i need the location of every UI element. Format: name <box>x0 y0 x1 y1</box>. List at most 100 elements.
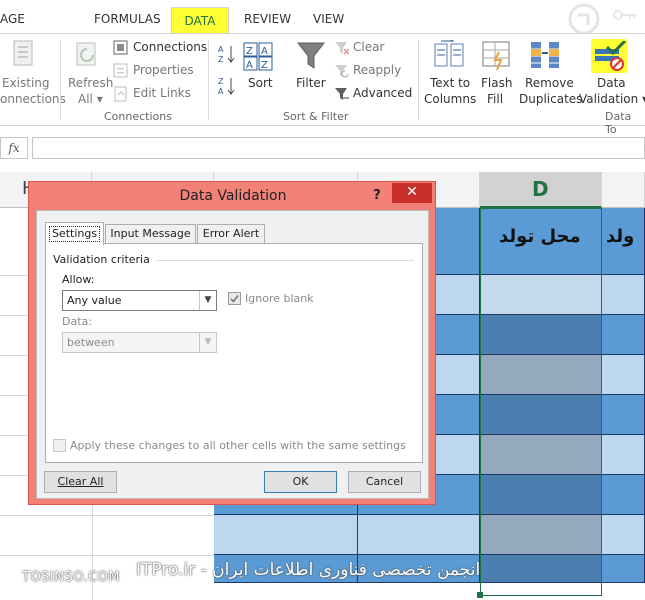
connections-button[interactable]: Connections <box>113 39 207 57</box>
help-button[interactable]: ? <box>367 186 387 206</box>
table-cell[interactable] <box>602 435 645 475</box>
table-cell[interactable] <box>214 515 358 555</box>
table-cell[interactable] <box>602 475 645 515</box>
tab-settings-label: Settings <box>48 226 101 242</box>
table-cell[interactable] <box>480 435 602 475</box>
formula-input[interactable] <box>32 137 645 159</box>
flash-fill-icon <box>482 41 510 71</box>
insert-function-button[interactable]: fx <box>0 137 28 159</box>
tab-page-layout[interactable]: AGE LAYOUT <box>0 6 70 52</box>
refresh-all-label-2: All ▾ <box>78 92 103 106</box>
column-header-d[interactable]: D <box>480 172 602 208</box>
group-label-sort-filter: Sort & Filter <box>283 110 349 123</box>
text-to-columns-label-1: Text to <box>430 76 471 90</box>
flash-fill-label-1: Flash <box>481 76 513 90</box>
group-label-data-tools: Data To <box>605 110 632 136</box>
data-select[interactable]: between ▼ <box>62 332 217 353</box>
svg-text:Z: Z <box>261 60 268 71</box>
properties-icon <box>113 63 128 78</box>
svg-text:A: A <box>261 46 268 57</box>
refresh-icon <box>76 42 96 66</box>
advanced-button[interactable]: Advanced <box>334 85 414 103</box>
flash-fill-button[interactable]: Flash Fill <box>477 34 515 109</box>
svg-text:A: A <box>218 45 224 54</box>
edit-links-button[interactable]: Edit Links <box>113 85 203 103</box>
table-cell[interactable] <box>602 515 645 555</box>
close-button[interactable]: ✕ <box>392 183 432 203</box>
clear-button[interactable]: Clear <box>334 39 414 57</box>
cancel-button[interactable]: Cancel <box>348 471 421 493</box>
table-cell[interactable] <box>602 395 645 435</box>
validation-criteria-label: Validation criteria <box>53 253 150 266</box>
header-e-text: ولد <box>606 226 635 247</box>
clear-all-button[interactable]: Clear All <box>44 471 117 493</box>
sort-za-icon[interactable]: Z A <box>218 75 236 97</box>
remove-duplicates-label-1: Remove <box>525 76 574 90</box>
data-validation-label-1: Data <box>597 76 626 90</box>
table-cell[interactable] <box>480 275 602 315</box>
group-separator <box>208 40 209 120</box>
tab-error-alert[interactable]: Error Alert <box>197 224 265 244</box>
tab-settings[interactable]: Settings <box>45 222 104 245</box>
tab-formulas[interactable]: FORMULAS <box>94 6 164 32</box>
existing-connections-button[interactable]: Existing onnections <box>0 34 66 109</box>
gridline <box>0 515 214 516</box>
group-separator <box>418 40 419 120</box>
svg-text:Z: Z <box>218 77 224 86</box>
properties-button[interactable]: Properties <box>113 62 203 80</box>
ok-button[interactable]: OK <box>264 471 337 493</box>
table-cell[interactable] <box>602 355 645 395</box>
ignore-blank-label: Ignore blank <box>245 292 314 305</box>
table-cell[interactable] <box>358 515 480 555</box>
tab-view[interactable]: VIEW <box>313 6 353 32</box>
sort-label: Sort <box>248 76 273 90</box>
tab-input-message[interactable]: Input Message <box>105 224 196 244</box>
ribbon: Existing onnections Refresh All ▾ Connec… <box>0 33 645 136</box>
table-header-cell[interactable]: ولد <box>602 208 645 275</box>
sort-button[interactable]: Z A A Z Sort <box>240 34 280 109</box>
column-header[interactable] <box>602 172 645 208</box>
header-d-text: محل تولد <box>499 226 581 247</box>
table-cell[interactable] <box>602 315 645 355</box>
reapply-button[interactable]: Reapply <box>334 62 414 80</box>
data-select-value: between <box>67 336 115 349</box>
refresh-all-button[interactable]: Refresh All ▾ <box>64 34 114 109</box>
table-cell[interactable] <box>480 515 602 555</box>
remove-duplicates-label-2: Duplicates <box>519 92 583 106</box>
svg-text:Z: Z <box>246 46 253 57</box>
table-cell[interactable] <box>480 475 602 515</box>
refresh-all-label-1: Refresh <box>68 76 114 90</box>
table-cell[interactable] <box>602 275 645 315</box>
flash-fill-label-2: Fill <box>487 92 504 106</box>
watermark-banner: ITPro.ir - انجمن تخصصی فناوری اطلاعات ای… <box>136 560 481 580</box>
table-cell[interactable] <box>480 395 602 435</box>
existing-connections-icon <box>13 40 33 66</box>
ignore-blank-checkbox[interactable] <box>228 292 241 305</box>
table-cell[interactable] <box>480 315 602 355</box>
tab-data[interactable]: DATA <box>171 7 229 33</box>
text-to-columns-button[interactable]: Text to Columns <box>421 34 477 109</box>
table-cell[interactable] <box>602 555 645 583</box>
advanced-filter-icon <box>335 88 349 100</box>
data-validation-button[interactable]: Data Validation ▾ <box>579 34 645 109</box>
table-header-cell-d[interactable]: محل تولد <box>480 208 602 275</box>
tab-review[interactable]: REVIEW <box>244 6 294 32</box>
checkmark-icon <box>230 295 239 303</box>
ribbon-tabs: AGE LAYOUT FORMULAS DATA REVIEW VIEW <box>0 0 645 52</box>
allow-select[interactable]: Any value ▼ <box>62 290 217 311</box>
sort-az-icon[interactable]: A Z <box>218 43 236 65</box>
text-to-columns-label-2: Columns <box>424 92 477 106</box>
properties-label: Properties <box>133 63 194 77</box>
existing-connections-label-2: onnections <box>0 92 66 106</box>
table-cell[interactable] <box>480 555 602 583</box>
table-cell[interactable] <box>480 355 602 395</box>
fill-handle[interactable] <box>477 592 483 598</box>
apply-changes-checkbox[interactable] <box>53 439 66 452</box>
reapply-icon <box>335 65 349 78</box>
remove-duplicates-button[interactable]: Remove Duplicates <box>517 34 582 109</box>
filter-button[interactable]: Filter <box>292 34 332 109</box>
data-validation-icon <box>595 41 627 71</box>
svg-text:Z: Z <box>218 55 224 64</box>
watermark-logo-icon <box>568 3 636 35</box>
group-label-connections: Connections <box>104 110 172 123</box>
